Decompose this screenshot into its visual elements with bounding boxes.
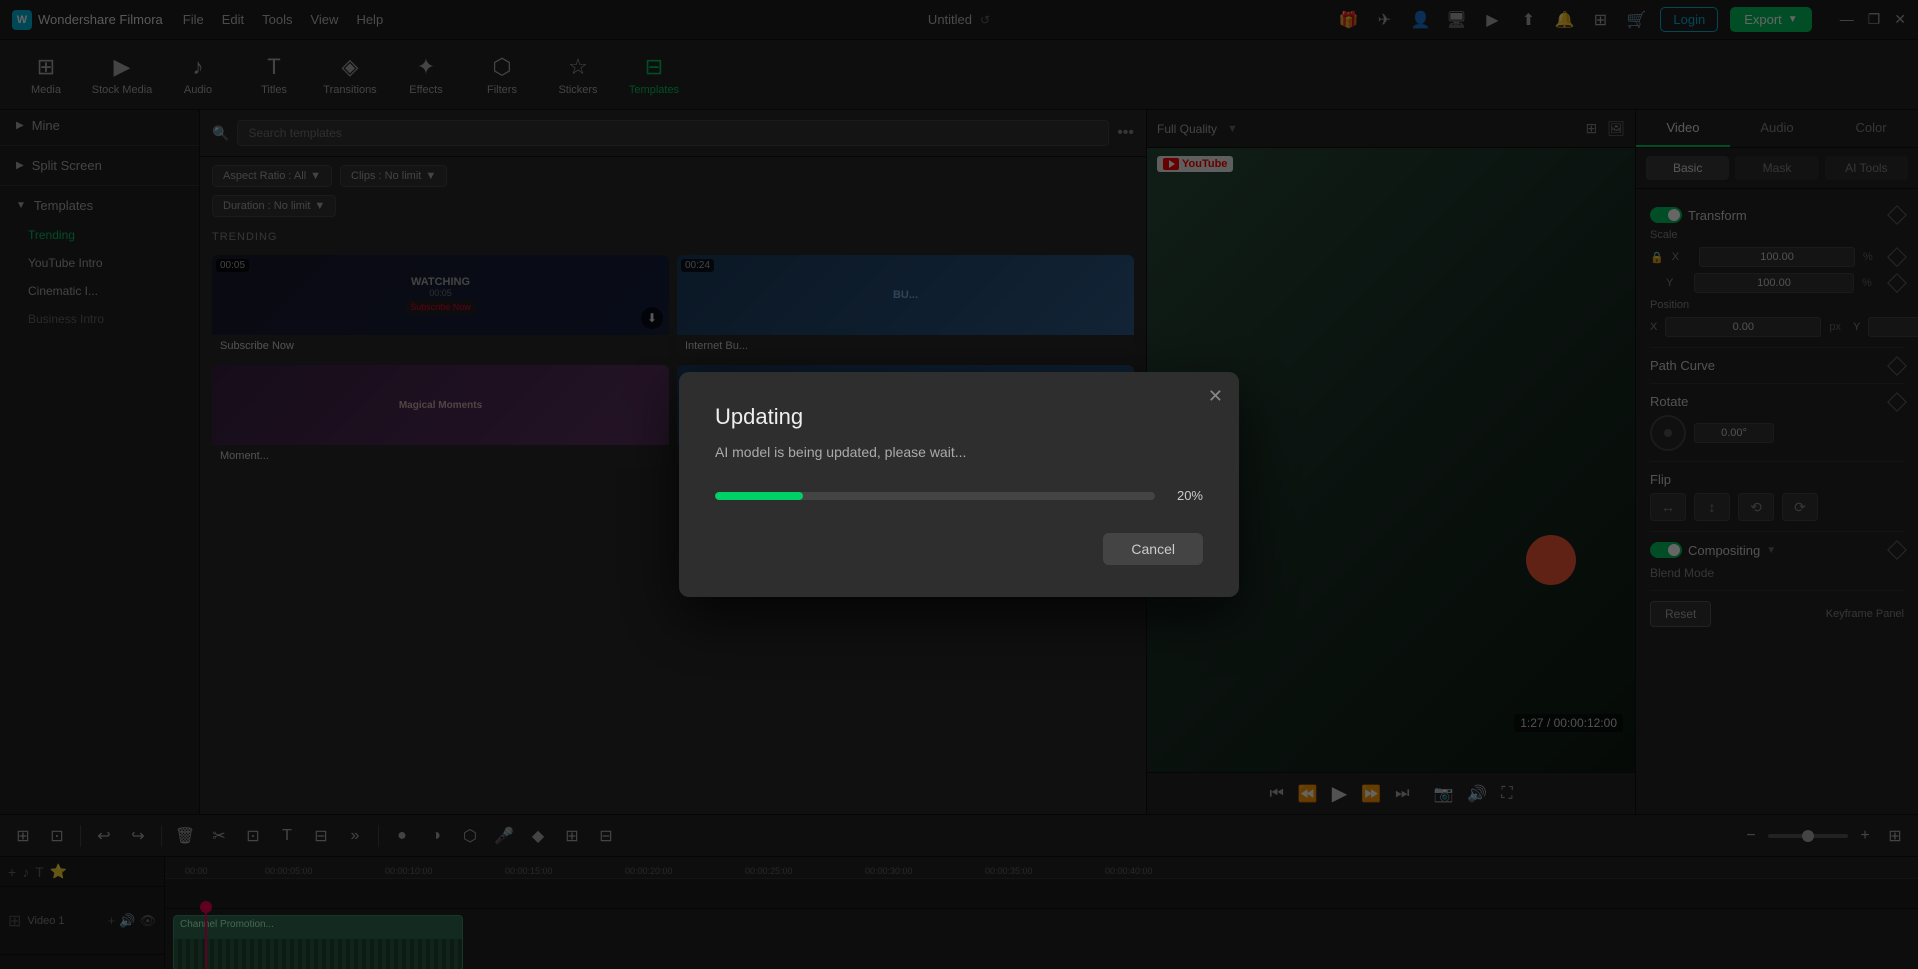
modal-actions: Cancel xyxy=(715,533,1203,565)
progress-bar-fill xyxy=(715,492,803,500)
progress-pct: 20% xyxy=(1167,488,1203,503)
modal-title: Updating xyxy=(715,404,1203,430)
progress-bar-bg xyxy=(715,492,1155,500)
modal-close-button[interactable]: ✕ xyxy=(1208,386,1223,407)
modal-overlay: ✕ Updating AI model is being updated, pl… xyxy=(0,0,1918,969)
modal-message: AI model is being updated, please wait..… xyxy=(715,444,1203,460)
cancel-button[interactable]: Cancel xyxy=(1103,533,1203,565)
modal-dialog: ✕ Updating AI model is being updated, pl… xyxy=(679,372,1239,597)
progress-container: 20% xyxy=(715,488,1203,503)
